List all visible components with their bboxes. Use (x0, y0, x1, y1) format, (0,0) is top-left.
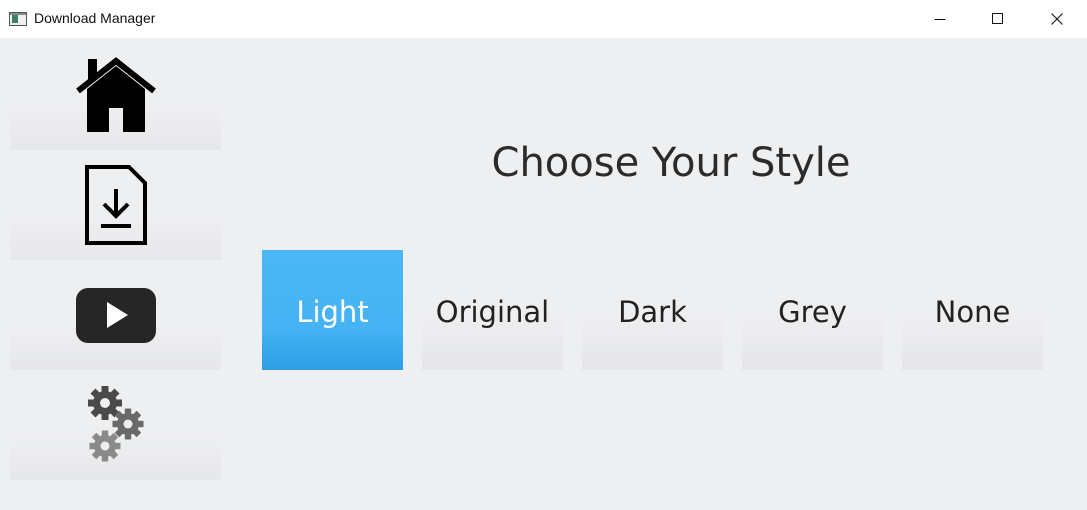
style-button-label: Light (296, 295, 369, 329)
style-none-button[interactable]: None (902, 250, 1043, 370)
app-icon (9, 12, 27, 26)
home-icon (75, 57, 156, 132)
style-grey-button[interactable]: Grey (742, 250, 883, 370)
maximize-button[interactable] (969, 0, 1027, 38)
style-original-button[interactable]: Original (422, 250, 563, 370)
page-title: Choose Your Style (491, 140, 851, 186)
title-bar[interactable]: Download Manager (0, 0, 1087, 38)
file-download-icon (84, 165, 147, 245)
style-button-label: Original (435, 295, 550, 329)
youtube-play-icon (75, 288, 156, 343)
window-title: Download Manager (34, 10, 156, 26)
minimize-button[interactable] (911, 0, 969, 38)
style-dark-button[interactable]: Dark (582, 250, 723, 370)
style-button-label: Dark (618, 295, 687, 329)
sidebar-item-youtube[interactable] (10, 260, 221, 370)
sidebar-item-settings[interactable] (10, 370, 221, 480)
minimize-icon (934, 19, 946, 20)
style-button-label: None (934, 295, 1011, 329)
close-icon (1051, 13, 1063, 25)
close-button[interactable] (1028, 0, 1086, 38)
maximize-icon (992, 13, 1003, 24)
style-light-button[interactable]: Light (262, 250, 403, 370)
style-button-label: Grey (778, 295, 847, 329)
sidebar-item-download[interactable] (10, 150, 221, 260)
sidebar-item-home[interactable] (10, 40, 221, 150)
gears-icon (87, 386, 143, 462)
